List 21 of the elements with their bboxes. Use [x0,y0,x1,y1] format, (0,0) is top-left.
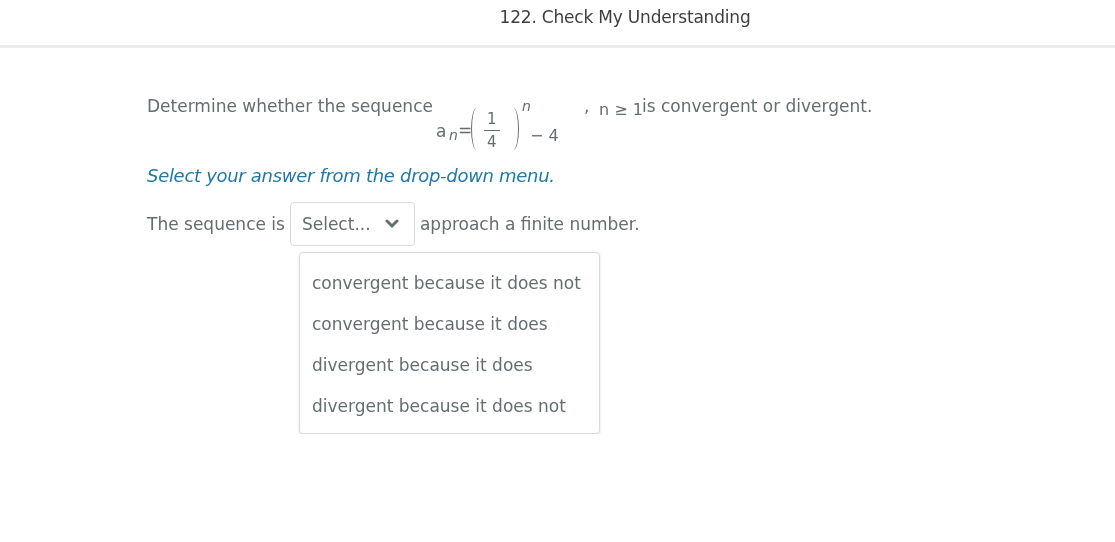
chevron-down-icon [384,219,399,229]
dropdown-option[interactable]: convergent because it does not [300,261,599,304]
answer-text: approach a finite number. [419,214,640,234]
formula-text: = [457,120,473,140]
dropdown-option[interactable]: divergent because it does [300,345,599,386]
dropdown-option[interactable]: convergent because it does [300,304,599,345]
dropdown-option[interactable]: divergent because it does not [300,386,599,427]
question-text: Determine whether the sequence [147,96,433,116]
formula-text: − 4 [529,126,559,145]
question-text: is convergent or divergent. [641,96,873,116]
formula-text: n [448,127,458,143]
page-title: 122. Check My Understanding [499,7,751,27]
answer-text: The sequence is [147,214,285,234]
instruction-text: Select your answer from the drop-down menu. [147,165,555,186]
formula-text: n [521,98,531,114]
formula-text: a [435,121,447,141]
formula-text: 4 [486,133,497,151]
answer-dropdown[interactable]: Select... [289,202,415,246]
formula-text: , [583,96,590,116]
formula-text: 1 [486,110,497,128]
formula-text: n ≥ 1 [598,100,643,119]
